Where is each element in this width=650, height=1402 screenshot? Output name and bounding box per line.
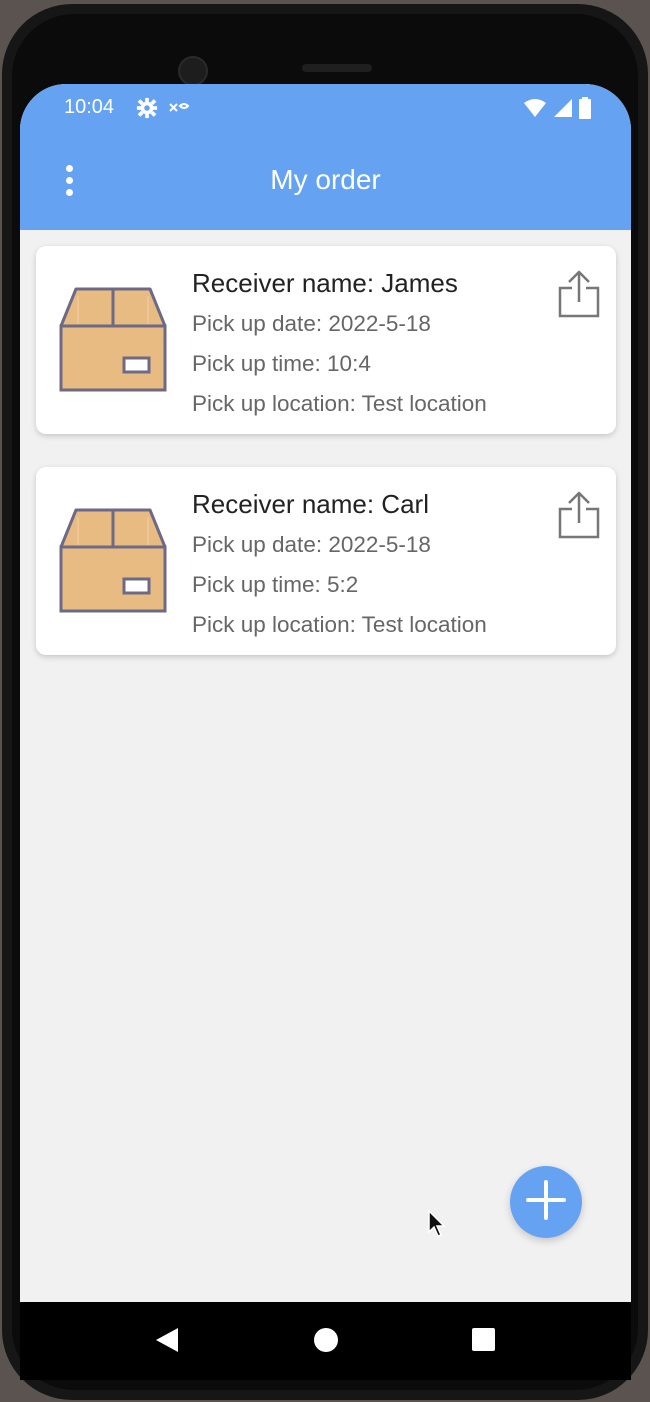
receiver-name: Receiver name: Carl: [192, 489, 429, 519]
pickup-location: Pick up location: Test location: [192, 612, 487, 637]
app-screen: 10:04 My order Receiver name: James Pick…: [20, 84, 631, 1302]
package-box-icon: [58, 507, 168, 620]
order-details: Receiver name: James Pick up date: 2022-…: [192, 268, 487, 431]
package-box-icon: [58, 286, 168, 399]
page-title: My order: [270, 164, 381, 195]
earpiece-speaker: [302, 64, 372, 72]
wifi-icon: [523, 97, 547, 124]
share-icon[interactable]: [558, 270, 600, 323]
navigation-bar: [20, 1302, 631, 1380]
add-icon: [526, 1179, 566, 1225]
pickup-date: Pick up date: 2022-5-18: [192, 311, 431, 336]
front-camera: [178, 56, 208, 86]
signal-icon: [553, 98, 573, 123]
app-bar: My order: [20, 132, 631, 230]
order-card[interactable]: Receiver name: James Pick up date: 2022-…: [36, 246, 616, 434]
extra-icon: [168, 98, 192, 123]
receiver-name: Receiver name: James: [192, 268, 458, 298]
pickup-location: Pick up location: Test location: [192, 391, 487, 416]
gear-icon: [136, 97, 158, 124]
battery-icon: [579, 97, 591, 124]
status-time: 10:04: [64, 96, 115, 118]
share-icon[interactable]: [558, 491, 600, 544]
pickup-time: Pick up time: 5:2: [192, 572, 359, 597]
order-list: Receiver name: James Pick up date: 2022-…: [36, 246, 616, 688]
mouse-cursor-icon: [428, 1209, 446, 1243]
status-bar: 10:04: [20, 84, 631, 132]
recents-icon[interactable]: [472, 1328, 495, 1351]
status-icons: [523, 97, 591, 124]
add-order-button[interactable]: [510, 1166, 582, 1238]
back-icon[interactable]: [154, 1326, 180, 1359]
order-details: Receiver name: Carl Pick up date: 2022-5…: [192, 489, 487, 652]
order-card[interactable]: Receiver name: Carl Pick up date: 2022-5…: [36, 467, 616, 655]
pickup-time: Pick up time: 10:4: [192, 351, 371, 376]
home-icon[interactable]: [314, 1328, 338, 1352]
pickup-date: Pick up date: 2022-5-18: [192, 532, 431, 557]
